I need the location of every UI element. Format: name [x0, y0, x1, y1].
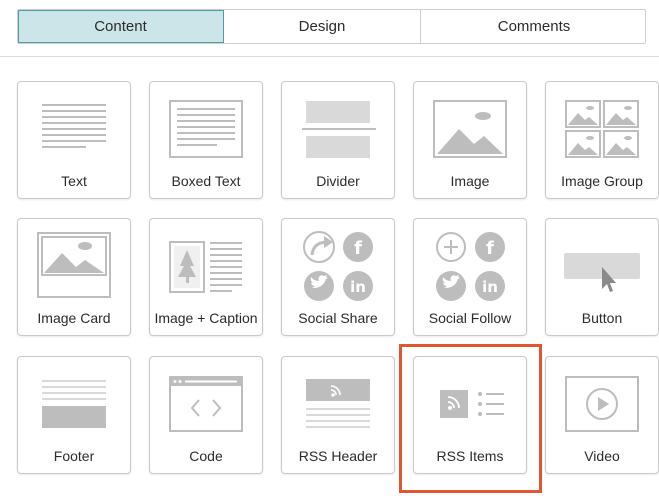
svg-text:in: in — [350, 278, 366, 296]
block-label: Button — [581, 310, 623, 326]
block-label: Video — [584, 448, 620, 464]
block-social-share[interactable]: f in Social Share — [281, 218, 395, 336]
block-label: Divider — [316, 173, 360, 189]
block-label: Image Group — [561, 173, 643, 189]
editor-tabs: Content Design Comments — [17, 9, 646, 44]
block-text[interactable]: Text — [17, 81, 131, 199]
block-image[interactable]: Image — [413, 81, 527, 199]
block-video[interactable]: Video — [545, 356, 659, 474]
tab-design[interactable]: Design — [224, 10, 421, 43]
block-footer[interactable]: Footer — [17, 356, 131, 474]
block-label: Code — [189, 448, 223, 464]
block-code[interactable]: Code — [149, 356, 263, 474]
block-label: Image Card — [37, 310, 111, 326]
block-label: RSS Items — [436, 448, 504, 464]
block-label: Text — [61, 173, 87, 189]
svg-text:f: f — [354, 238, 362, 259]
tabs-divider — [0, 56, 659, 57]
block-rss-header[interactable]: RSS Header — [281, 356, 395, 474]
block-rss-items[interactable]: RSS Items — [413, 356, 527, 474]
block-label: RSS Header — [298, 448, 378, 464]
block-button[interactable]: Button — [545, 218, 659, 336]
svg-text:f: f — [486, 238, 494, 259]
svg-text:in: in — [482, 278, 498, 296]
block-label: Social Follow — [428, 310, 512, 326]
block-social-follow[interactable]: f in Social Follow — [413, 218, 527, 336]
block-image-caption[interactable]: Image + Caption — [149, 218, 263, 336]
block-image-card[interactable]: Image Card — [17, 218, 131, 336]
block-label: Image — [450, 173, 490, 189]
block-label: Boxed Text — [171, 173, 241, 189]
block-boxed-text[interactable]: Boxed Text — [149, 81, 263, 199]
tab-content[interactable]: Content — [18, 10, 224, 43]
block-image-group[interactable]: Image Group — [545, 81, 659, 199]
block-divider[interactable]: Divider — [281, 81, 395, 199]
block-label: Image + Caption — [154, 310, 258, 326]
tab-comments[interactable]: Comments — [421, 10, 645, 43]
block-label: Social Share — [298, 310, 378, 326]
block-label: Footer — [53, 448, 95, 464]
